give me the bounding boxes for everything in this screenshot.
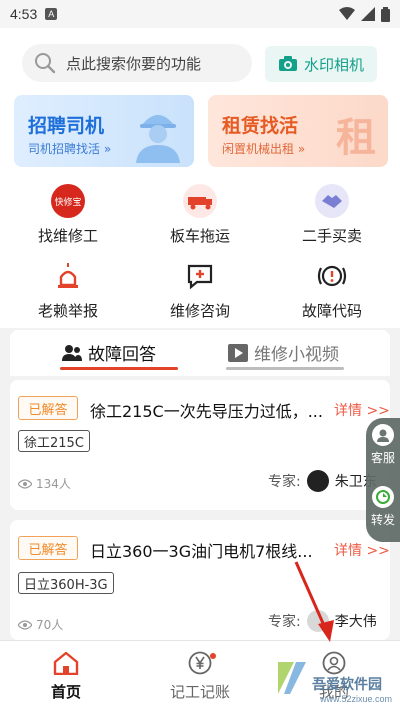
active-tab-indicator xyxy=(60,367,178,370)
service-label: 客服 xyxy=(370,451,395,465)
expert-label: 专家: xyxy=(268,474,301,490)
quick-label: 找维修工 xyxy=(37,227,98,245)
detail-link[interactable]: 详情 >> xyxy=(334,540,390,560)
quick-fault-code[interactable]: 故障代码 xyxy=(282,258,382,321)
eye-icon xyxy=(18,478,32,489)
banner-title: 租赁找活 xyxy=(222,115,299,137)
content-tabs: 故障回答 维修小视频 xyxy=(10,330,390,376)
model-tag: 日立360H-3G xyxy=(18,572,114,594)
quick-label: 二手买卖 xyxy=(301,227,362,245)
yen-icon xyxy=(188,651,212,675)
quick-flatbed-tow[interactable]: 板车拖运 xyxy=(150,183,250,246)
quick-label: 维修咨询 xyxy=(169,302,230,320)
watermark-camera-label: 水印相机 xyxy=(303,55,364,74)
quick-label: 老赖举报 xyxy=(37,302,98,320)
quick-report-defaulter[interactable]: 老赖举报 xyxy=(18,258,118,321)
quick-find-repairer[interactable]: 快修宝 找维修工 xyxy=(18,183,118,246)
banner-subtitle: 闲置机械出租 » xyxy=(222,142,306,156)
quick-label: 板车拖运 xyxy=(169,227,230,245)
search-placeholder: 点此搜索你要的功能 xyxy=(66,54,202,73)
people-icon xyxy=(62,344,82,361)
camera-icon xyxy=(278,56,297,71)
avatar xyxy=(306,470,329,492)
model-tag: 徐工215C xyxy=(18,430,90,452)
search-icon xyxy=(35,53,56,74)
eye-icon xyxy=(18,619,32,630)
banner-title: 招聘司机 xyxy=(28,115,105,137)
chat-plus-icon xyxy=(182,258,218,294)
question-card[interactable]: 已解答 徐工215C一次先导压力过低，... 详情 >> 徐工215C 134人… xyxy=(10,380,390,510)
kuaixiubao-icon: 快修宝 xyxy=(50,183,86,219)
kuaixiubao-badge: 快修宝 xyxy=(51,184,85,218)
recruit-driver-banner[interactable]: 招聘司机 司机招聘找活 » xyxy=(14,95,194,167)
unread-dot xyxy=(210,653,216,659)
tab-fault-answers[interactable]: 故障回答 xyxy=(62,340,156,365)
red-arrow-icon xyxy=(294,561,334,642)
tab-label: 维修小视频 xyxy=(254,345,339,365)
inactive-tab-indicator xyxy=(226,367,344,370)
share-icon xyxy=(372,486,394,508)
nav-label: 记工记账 xyxy=(169,683,230,701)
search-input[interactable]: 点此搜索你要的功能 xyxy=(22,44,252,82)
view-count: 70人 xyxy=(18,616,63,633)
home-icon xyxy=(53,651,79,675)
tab-label: 故障回答 xyxy=(88,345,156,365)
view-count: 134人 xyxy=(18,475,71,492)
alarm-light-icon xyxy=(50,258,86,294)
handshake-icon xyxy=(314,183,350,219)
quick-label: 故障代码 xyxy=(301,302,362,320)
floating-side-panel: 客服 转发 xyxy=(366,418,400,542)
nav-home[interactable]: 首页 xyxy=(16,651,116,702)
watermark-text: 吾爱软件园 xyxy=(312,677,382,693)
watermark-camera-button[interactable]: 水印相机 xyxy=(265,46,377,82)
customer-service-button[interactable]: 客服 xyxy=(366,424,400,466)
watermark-url: www.52zixue.com xyxy=(320,694,393,704)
question-title: 日立360一3G油门电机7根线... xyxy=(90,542,313,561)
wifi-icon xyxy=(339,7,355,20)
warning-code-icon xyxy=(314,258,350,294)
detail-link[interactable]: 详情 >> xyxy=(334,400,390,420)
watermark-logo-icon xyxy=(278,662,306,694)
status-bar: 4:53 A xyxy=(0,0,400,28)
expert-info: 专家: 朱卫东 xyxy=(268,470,377,492)
site-watermark: 吾爱软件园 www.52zixue.com xyxy=(270,652,400,710)
rent-char-icon: 租 xyxy=(336,114,376,161)
nav-label: 首页 xyxy=(50,683,81,701)
truck-icon xyxy=(182,183,218,219)
status-badge: 已解答 xyxy=(18,536,78,560)
share-label: 转发 xyxy=(370,513,395,527)
status-time: 4:53 xyxy=(10,6,38,22)
quick-second-hand[interactable]: 二手买卖 xyxy=(282,183,382,246)
status-badge: 已解答 xyxy=(18,396,78,420)
signal-icon xyxy=(361,7,375,21)
share-button[interactable]: 转发 xyxy=(366,486,400,528)
nav-work-log[interactable]: 记工记账 xyxy=(150,651,250,702)
question-title: 徐工215C一次先导压力过低，... xyxy=(90,402,323,421)
tab-repair-videos[interactable]: 维修小视频 xyxy=(228,340,339,365)
rental-banner[interactable]: 租赁找活 闲置机械出租 » 租 xyxy=(208,95,388,167)
view-count-text: 70人 xyxy=(36,618,64,632)
view-count-text: 134人 xyxy=(36,477,71,491)
quick-repair-consult[interactable]: 维修咨询 xyxy=(150,258,250,321)
notification-a-icon: A xyxy=(45,8,58,20)
video-icon xyxy=(228,343,248,362)
banner-subtitle: 司机招聘找活 » xyxy=(28,142,112,156)
battery-icon xyxy=(381,6,390,22)
headset-icon xyxy=(372,424,394,446)
worker-icon xyxy=(136,115,180,163)
status-icons xyxy=(339,6,390,22)
